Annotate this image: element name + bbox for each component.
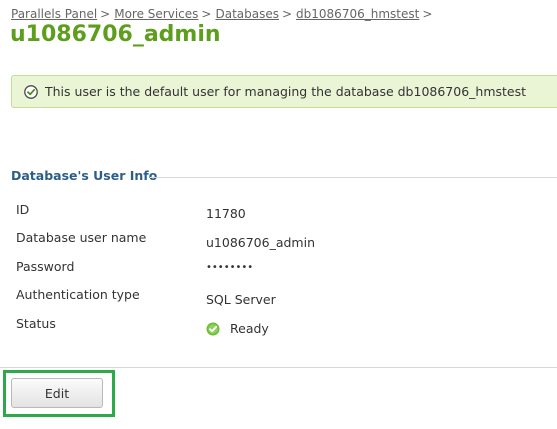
notice-text: This user is the default user for managi… [45, 84, 527, 99]
breadcrumb-separator: > [281, 7, 293, 21]
status-text: Ready [230, 321, 269, 336]
breadcrumb-link-database[interactable]: db1086706_hmstest [296, 7, 419, 21]
info-row-status: Status Ready [16, 316, 556, 336]
section-legend: Database's User Info [11, 168, 164, 183]
breadcrumb-separator: > [201, 7, 212, 21]
breadcrumb-link-databases[interactable]: Databases [215, 7, 279, 21]
info-label: Password [16, 259, 75, 274]
info-row-password: Password •••••••• [16, 259, 556, 279]
breadcrumb-link-parallels-panel[interactable]: Parallels Panel [11, 7, 97, 21]
info-notice: This user is the default user for managi… [11, 75, 557, 108]
info-value: 11780 [206, 206, 246, 221]
breadcrumb: Parallels Panel > More Services > Databases >… [11, 7, 436, 21]
status-value: Ready [206, 321, 269, 336]
info-label: Database user name [16, 230, 147, 245]
breadcrumb-separator: > [100, 7, 111, 21]
page-title: u1086706_admin [10, 22, 221, 47]
section-divider [150, 177, 557, 178]
actions-divider [0, 367, 557, 368]
info-value: •••••••• [206, 262, 254, 273]
info-label: Status [16, 316, 56, 331]
info-label: ID [16, 202, 30, 217]
info-row-id: ID 11780 [16, 202, 556, 222]
info-row-auth-type: Authentication type SQL Server [16, 287, 556, 307]
info-value: SQL Server [206, 292, 276, 307]
info-row-username: Database user name u1086706_admin [16, 230, 556, 250]
breadcrumb-link-more-services[interactable]: More Services [114, 7, 198, 21]
info-label: Authentication type [16, 287, 140, 302]
info-value: u1086706_admin [206, 235, 316, 250]
edit-button[interactable]: Edit [11, 378, 103, 408]
breadcrumb-separator: > [422, 7, 433, 21]
ready-check-icon [206, 322, 220, 336]
check-circle-icon [24, 84, 38, 99]
section-header: Database's User Info [0, 168, 557, 186]
